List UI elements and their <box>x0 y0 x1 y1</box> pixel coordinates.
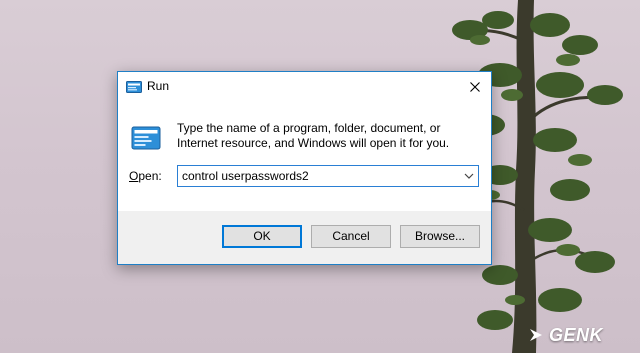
button-bar: OK Cancel Browse... <box>118 211 491 264</box>
browse-button[interactable]: Browse... <box>400 225 480 248</box>
cancel-button[interactable]: Cancel <box>311 225 391 248</box>
chevron-down-icon[interactable] <box>463 170 475 182</box>
watermark-logo-icon <box>530 329 542 341</box>
ok-button[interactable]: OK <box>222 225 302 248</box>
open-combobox[interactable] <box>177 165 479 187</box>
watermark-text: GENK <box>549 324 604 345</box>
open-label: Open: <box>129 169 162 183</box>
run-program-icon <box>131 126 161 150</box>
title-bar[interactable]: Run <box>118 72 491 102</box>
open-input[interactable] <box>182 169 452 183</box>
open-label-text: pen: <box>138 169 162 183</box>
run-icon <box>126 81 142 93</box>
run-dialog: Run Type the name of a program, folder, … <box>117 71 492 265</box>
close-icon <box>470 82 480 92</box>
dialog-description: Type the name of a program, folder, docu… <box>177 121 450 150</box>
window-title: Run <box>147 79 170 93</box>
close-button[interactable] <box>459 72 491 102</box>
genk-watermark: GENK <box>528 323 603 347</box>
open-label-accelerator: O <box>129 169 139 183</box>
